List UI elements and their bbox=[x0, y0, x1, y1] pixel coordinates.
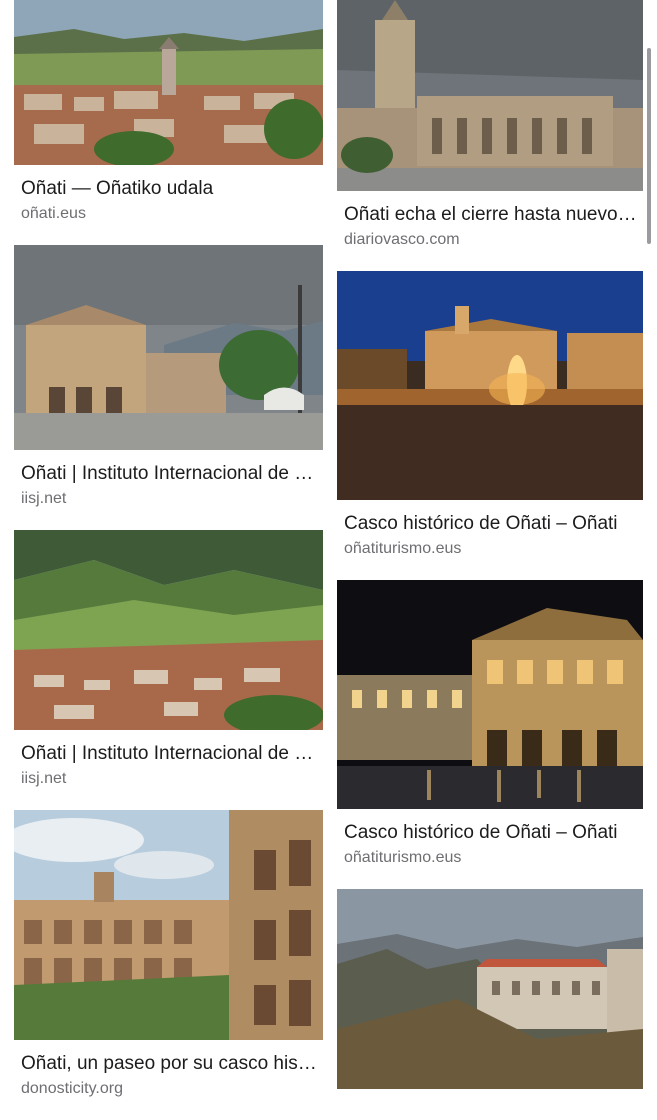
result-thumbnail[interactable] bbox=[337, 271, 643, 500]
result-thumbnail[interactable] bbox=[14, 245, 323, 450]
result-source[interactable]: oñatiturismo.eus bbox=[344, 847, 637, 869]
result-thumbnail[interactable] bbox=[14, 0, 323, 165]
result-thumbnail[interactable] bbox=[14, 810, 323, 1040]
image-result-card[interactable]: Casco histórico de Oñati – Oñati oñatitu… bbox=[337, 580, 643, 869]
scrollbar[interactable] bbox=[647, 48, 651, 244]
results-column-left: Oñati — Oñatiko udala oñati.eus Oñati | … bbox=[14, 0, 323, 1100]
image-result-card[interactable]: Oñati, un paseo por su casco histórico d… bbox=[14, 810, 323, 1100]
result-title[interactable]: Oñati, un paseo por su casco histórico bbox=[21, 1052, 317, 1076]
result-title[interactable]: Oñati | Instituto Internacional de Socio… bbox=[21, 742, 317, 766]
image-result-card[interactable]: Casco histórico de Oñati – Oñati oñatitu… bbox=[337, 271, 643, 560]
result-thumbnail[interactable] bbox=[337, 889, 643, 1089]
result-source[interactable]: iisj.net bbox=[21, 768, 317, 790]
result-source[interactable]: oñatiturismo.eus bbox=[344, 538, 637, 560]
result-thumbnail[interactable] bbox=[337, 0, 643, 191]
result-title[interactable]: Oñati — Oñatiko udala bbox=[21, 177, 317, 201]
image-result-card[interactable]: Oñati echa el cierre hasta nuevo aviso d… bbox=[337, 0, 643, 251]
result-title[interactable]: Oñati | Instituto Internacional de Socio… bbox=[21, 462, 317, 486]
results-column-right: Oñati echa el cierre hasta nuevo aviso d… bbox=[337, 0, 643, 1089]
result-source[interactable]: donosticity.org bbox=[21, 1078, 317, 1100]
result-title[interactable]: Casco histórico de Oñati – Oñati bbox=[344, 821, 637, 845]
image-result-card[interactable]: Oñati | Instituto Internacional de Socio… bbox=[14, 245, 323, 510]
result-source[interactable]: iisj.net bbox=[21, 488, 317, 510]
result-thumbnail[interactable] bbox=[14, 530, 323, 730]
result-thumbnail[interactable] bbox=[337, 580, 643, 809]
image-result-card[interactable]: Oñati | Instituto Internacional de Socio… bbox=[14, 530, 323, 790]
result-title[interactable]: Casco histórico de Oñati – Oñati bbox=[344, 512, 637, 536]
result-source[interactable]: oñati.eus bbox=[21, 203, 317, 225]
image-result-card[interactable]: Oñati — Oñatiko udala oñati.eus bbox=[14, 0, 323, 225]
result-source[interactable]: diariovasco.com bbox=[344, 229, 637, 251]
result-title[interactable]: Oñati echa el cierre hasta nuevo aviso bbox=[344, 203, 637, 227]
image-result-card[interactable] bbox=[337, 889, 643, 1089]
